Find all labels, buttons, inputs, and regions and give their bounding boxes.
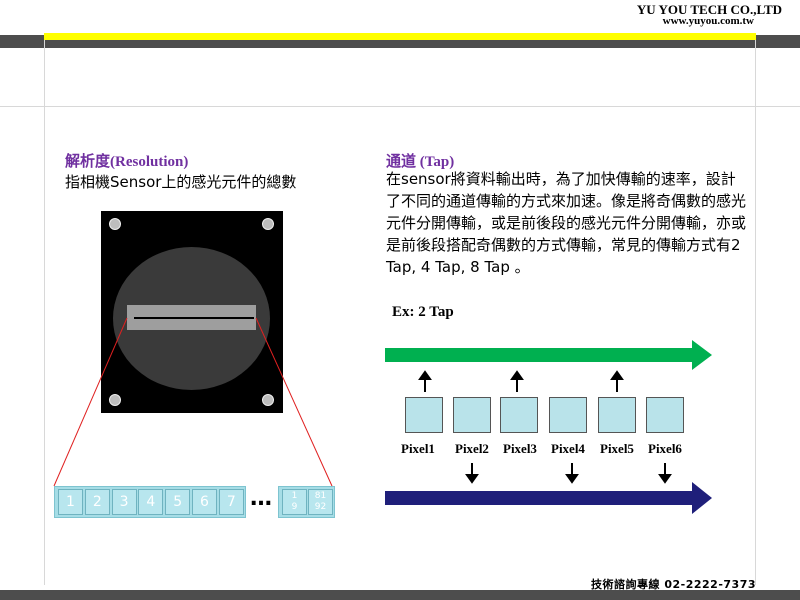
pixel-label: Pixel5 [600, 441, 634, 456]
pixel-box [405, 397, 443, 433]
up-arrow-icon [510, 370, 524, 392]
channel-arrow-navy [385, 482, 712, 514]
down-arrow-icon [565, 463, 579, 484]
pixel-box [598, 397, 636, 433]
up-arrow-icon [418, 370, 432, 392]
up-arrow-icon [610, 370, 624, 392]
pixel-label: Pixel1 [401, 441, 435, 456]
pixel-label: Pixel3 [503, 441, 537, 456]
pixel-box [549, 397, 587, 433]
footer-bar [0, 590, 800, 600]
pixel-label: Pixel6 [648, 441, 682, 456]
pixel-label: Pixel4 [551, 441, 585, 456]
channel-arrow-green [385, 340, 712, 370]
pixel-box [500, 397, 538, 433]
pixel-box [453, 397, 491, 433]
pixel-label: Pixel2 [455, 441, 489, 456]
down-arrow-icon [465, 463, 479, 484]
tap-arrows [385, 340, 712, 514]
pixel-box [646, 397, 684, 433]
down-arrow-icon [658, 463, 672, 484]
